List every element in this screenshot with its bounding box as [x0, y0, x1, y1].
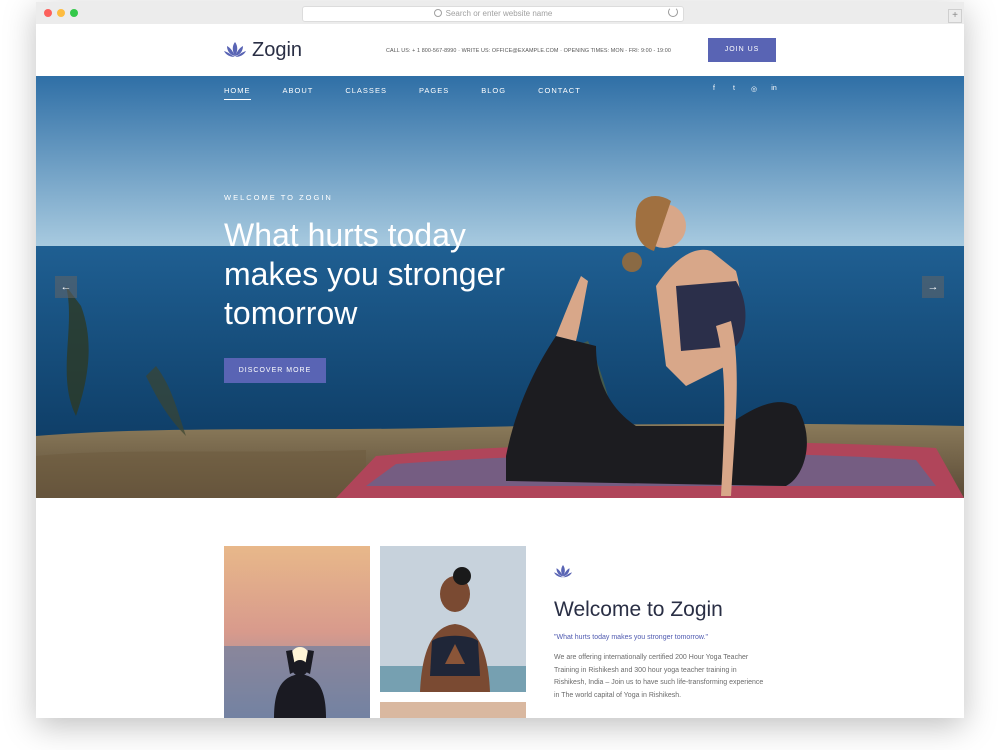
facebook-icon[interactable]: f: [710, 85, 718, 93]
welcome-quote: "What hurts today makes you stronger tom…: [554, 634, 708, 641]
arrow-left-icon: ←: [60, 281, 72, 293]
slider-prev-button[interactable]: ←: [55, 276, 77, 298]
twitter-icon[interactable]: t: [730, 85, 738, 93]
browser-toolbar: Search or enter website name +: [36, 2, 964, 25]
headline-line-1: What hurts today: [224, 217, 466, 253]
browser-window: Search or enter website name + Zogin CAL…: [36, 2, 964, 718]
reload-icon[interactable]: [668, 7, 678, 17]
headline-line-2: makes you stronger: [224, 256, 506, 292]
site-logo[interactable]: Zogin: [224, 38, 302, 62]
address-placeholder: Search or enter website name: [445, 9, 553, 18]
meditation-photo: [380, 546, 526, 692]
lotus-logo-icon: [224, 42, 246, 57]
lotus-icon: [554, 564, 572, 578]
slider-next-button[interactable]: →: [922, 276, 944, 298]
welcome-body: We are offering internationally certifie…: [554, 654, 764, 699]
nav-item-blog[interactable]: BLOG: [481, 86, 506, 100]
arrow-right-icon: →: [927, 281, 939, 293]
minimize-window-button[interactable]: [57, 9, 65, 17]
welcome-title: Welcome to Zogin: [554, 598, 723, 621]
main-nav: HOME ABOUT CLASSES PAGES BLOG CONTACT: [224, 86, 613, 100]
nav-item-about[interactable]: ABOUT: [283, 86, 314, 100]
nav-item-contact[interactable]: CONTACT: [538, 86, 581, 100]
third-gallery-image: [380, 702, 526, 718]
nav-item-pages[interactable]: PAGES: [419, 86, 449, 100]
linkedin-icon[interactable]: in: [770, 85, 778, 93]
logo-text: Zogin: [252, 38, 303, 61]
hero-headline: What hurts today makes you stronger tomo…: [224, 216, 564, 333]
sunset-meditation-image: [224, 546, 370, 718]
discover-more-button[interactable]: DISCOVER MORE: [224, 358, 326, 383]
meditating-woman-image: [380, 546, 526, 692]
hero-eyebrow: WELCOME TO ZOGIN: [224, 193, 333, 202]
site-header: Zogin CALL US: + 1 800-567-8990 · WRITE …: [36, 24, 964, 76]
nav-item-classes[interactable]: CLASSES: [345, 86, 387, 100]
headline-line-3: tomorrow: [224, 295, 358, 331]
social-links: f t ◎ in: [710, 85, 778, 93]
hero-slider: HOME ABOUT CLASSES PAGES BLOG CONTACT f …: [36, 76, 964, 498]
join-us-button[interactable]: JOIN US: [708, 38, 776, 62]
close-window-button[interactable]: [44, 9, 52, 17]
welcome-section: Welcome to Zogin "What hurts today makes…: [36, 498, 964, 718]
search-icon: [433, 9, 442, 17]
maximize-window-button[interactable]: [70, 9, 78, 17]
instagram-icon[interactable]: ◎: [750, 85, 758, 93]
address-bar[interactable]: Search or enter website name: [302, 6, 684, 22]
contact-info: CALL US: + 1 800-567-8990 · WRITE US: OF…: [386, 48, 671, 54]
nav-item-home[interactable]: HOME: [224, 86, 251, 100]
sunset-photo: [224, 546, 370, 718]
new-tab-button[interactable]: +: [948, 9, 962, 23]
